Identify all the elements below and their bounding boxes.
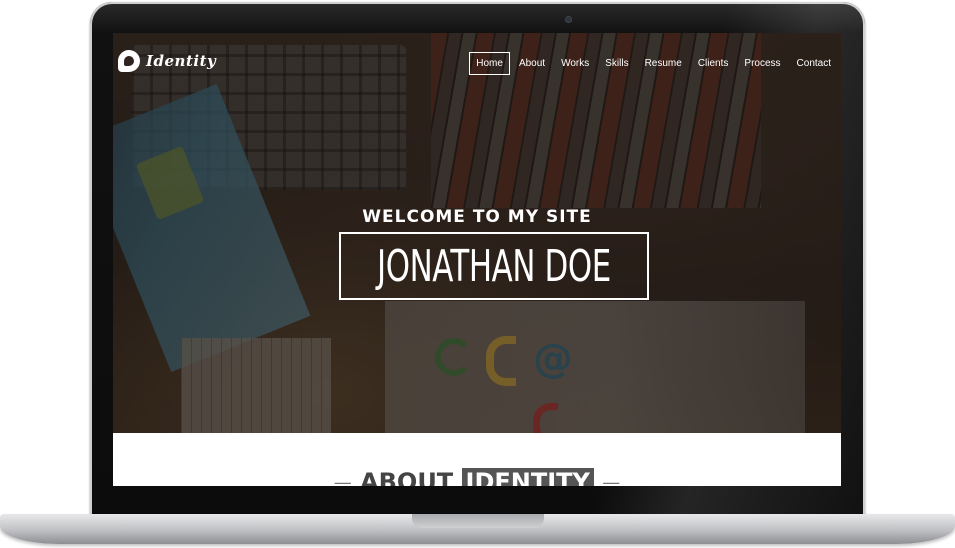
- hero-name-box: JONATHAN DOE: [339, 232, 649, 300]
- main-nav: Home About Works Skills Resume Clients P…: [467, 52, 838, 75]
- brand-name: Identity: [146, 52, 217, 70]
- hero-name: JONATHAN DOE: [377, 240, 611, 292]
- nav-resume[interactable]: Resume: [638, 52, 689, 75]
- about-title-word: ABOUT: [360, 468, 454, 486]
- about-section: — ABOUT IDENTITY —: [113, 433, 841, 486]
- identity-logo-icon: [118, 50, 140, 72]
- hero-welcome-text: WELCOME TO MY SITE: [362, 207, 592, 227]
- nav-home[interactable]: Home: [469, 52, 510, 75]
- about-title: — ABOUT IDENTITY —: [113, 468, 841, 486]
- about-title-dash-left: —: [333, 472, 352, 487]
- laptop-notch: [412, 514, 544, 528]
- about-title-highlight: IDENTITY: [461, 468, 594, 486]
- about-title-dash-right: —: [602, 472, 621, 487]
- nav-contact[interactable]: Contact: [790, 52, 838, 75]
- nav-process[interactable]: Process: [737, 52, 787, 75]
- camera-icon: [565, 16, 572, 23]
- nav-about[interactable]: About: [512, 52, 552, 75]
- hero-section: @ Identity Home About Works Skills Resum…: [113, 33, 841, 433]
- nav-clients[interactable]: Clients: [691, 52, 736, 75]
- nav-works[interactable]: Works: [554, 52, 596, 75]
- laptop-screen: @ Identity Home About Works Skills Resum…: [113, 33, 841, 486]
- brand-logo[interactable]: Identity: [118, 50, 216, 72]
- nav-skills[interactable]: Skills: [598, 52, 635, 75]
